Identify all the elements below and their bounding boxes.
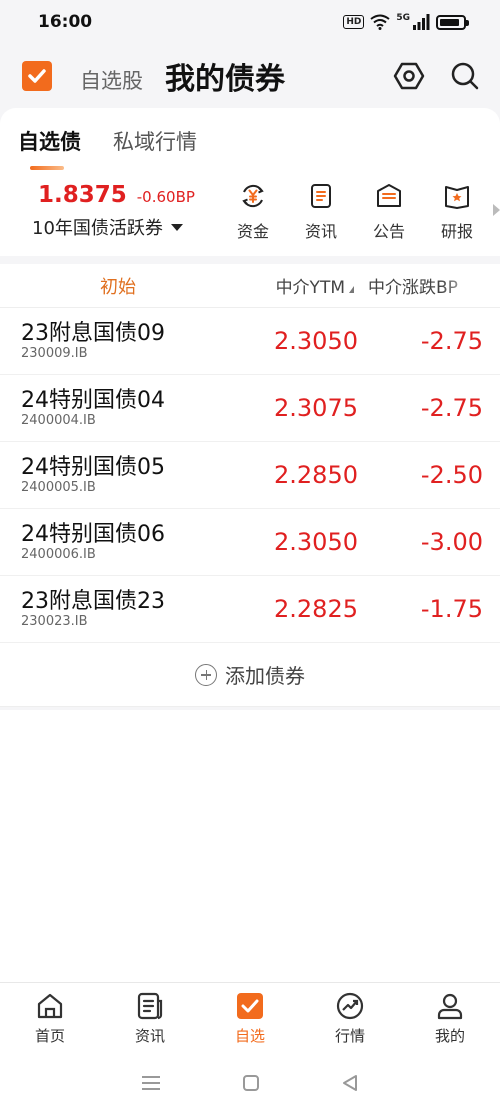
back-triangle-icon[interactable] [341, 1074, 359, 1092]
table-row[interactable]: 24特别国债04 2400004.IB 2.3075 -2.75 [0, 375, 500, 442]
bond-change: -2.50 [420, 461, 483, 489]
bond-code: 2400005.IB [21, 480, 96, 495]
network-label: 5G [396, 13, 410, 23]
bond-name: 24特别国债06 [21, 522, 165, 547]
change-column-header[interactable]: 中介涨跌BP [354, 273, 484, 298]
benchmark-change: -0.60BP [136, 188, 195, 206]
nav-label: 自选 [234, 1027, 265, 1045]
quick-link-research[interactable]: 研报 [423, 182, 491, 242]
bond-name: 24特别国债05 [21, 455, 165, 480]
bond-change: -1.75 [420, 595, 483, 623]
nav-label: 行情 [334, 1027, 365, 1045]
battery-icon [436, 14, 469, 30]
benchmark-selector[interactable]: 10年国债活跃券 [32, 214, 215, 240]
bond-name: 24特别国债04 [21, 388, 165, 413]
market-icon [336, 992, 364, 1020]
nav-label: 首页 [34, 1027, 65, 1045]
status-time: 16:00 [38, 12, 93, 32]
bond-change: -2.75 [420, 327, 483, 355]
header-actions [392, 59, 482, 93]
add-bond-label: 添加债券 [225, 664, 305, 688]
bond-ytm: 2.2825 [274, 595, 358, 623]
home-icon [37, 993, 63, 1019]
quick-link-label: 研报 [440, 222, 473, 241]
battery-fill [440, 18, 459, 26]
nav-profile[interactable]: 我的 [400, 983, 500, 1052]
home-square-icon[interactable] [242, 1074, 260, 1092]
bond-list: 初始 中介YTM 中介涨跌BP 23附息国债09 230009.IB 2.305… [0, 264, 500, 707]
benchmark-row: 1.8375 -0.60BP 10年国债活跃券 资金 资讯 公告 研报 [0, 174, 500, 248]
announcement-icon [377, 184, 401, 207]
research-report-icon [445, 186, 469, 209]
bond-ytm: 2.2850 [274, 461, 358, 489]
list-header: 初始 中介YTM 中介涨跌BP [0, 264, 500, 308]
bond-code: 2400004.IB [21, 413, 96, 428]
bond-name: 23附息国债09 [21, 321, 165, 346]
tab-private-market[interactable]: 私域行情 [113, 126, 197, 174]
bond-ytm: 2.3075 [274, 394, 358, 422]
system-nav-bar [0, 1052, 500, 1114]
yen-exchange-icon [242, 184, 264, 208]
nav-home[interactable]: 首页 [0, 983, 100, 1052]
quick-link-funds[interactable]: 资金 [219, 182, 287, 242]
tab-bar: 自选债 私域行情 [0, 108, 500, 174]
benchmark-yield: 1.8375 [38, 182, 127, 208]
bond-code: 2400006.IB [21, 547, 96, 562]
page-title: 我的债券 [165, 62, 285, 97]
watchlist-icon [237, 993, 263, 1019]
table-row[interactable]: 24特别国债06 2400006.IB 2.3050 -3.00 [0, 509, 500, 576]
ytm-column-header[interactable]: 中介YTM [236, 273, 354, 298]
bond-rows: 23附息国债09 230009.IB 2.3050 -2.75 24特别国债04… [0, 308, 500, 643]
add-circle-icon [195, 663, 217, 686]
search-button[interactable] [448, 59, 482, 93]
nav-news[interactable]: 资讯 [100, 983, 200, 1052]
scroll-more-arrow-icon[interactable] [493, 204, 500, 216]
table-row[interactable]: 23附息国债09 230009.IB 2.3050 -2.75 [0, 308, 500, 375]
quick-link-label: 公告 [372, 222, 405, 241]
signal-icon [413, 14, 430, 30]
table-row[interactable]: 24特别国债05 2400005.IB 2.2850 -2.50 [0, 442, 500, 509]
empty-area [0, 710, 500, 982]
top-card: 自选债 私域行情 1.8375 -0.60BP 10年国债活跃券 资金 资讯 公… [0, 108, 500, 256]
benchmark-name: 10年国债活跃券 [32, 218, 163, 239]
status-bar: 16:00 HD 5G [0, 0, 500, 44]
wifi-icon [370, 14, 390, 30]
bond-change: -3.00 [420, 528, 483, 556]
bottom-nav: 首页 资讯 自选 行情 我的 [0, 982, 500, 1052]
document-icon [311, 184, 331, 208]
bond-ytm: 2.3050 [274, 528, 358, 556]
table-row[interactable]: 23附息国债23 230023.IB 2.2825 -1.75 [0, 576, 500, 643]
app-header: 自选股 我的债券 [0, 44, 500, 108]
bond-change: -2.75 [420, 394, 483, 422]
quick-link-label: 资金 [236, 222, 269, 241]
hd-icon: HD [343, 15, 365, 29]
bond-ytm: 2.3050 [274, 327, 358, 355]
quick-link-label: 资讯 [304, 222, 337, 241]
bond-name: 23附息国债23 [21, 589, 165, 614]
bond-code: 230009.IB [21, 346, 88, 361]
benchmark-panel[interactable]: 1.8375 -0.60BP 10年国债活跃券 [0, 182, 215, 240]
add-bond-button[interactable]: 添加债券 [0, 643, 500, 707]
profile-icon [437, 993, 463, 1020]
status-icons: HD 5G [343, 13, 469, 30]
news-icon [137, 992, 163, 1020]
nav-watchlist[interactable]: 自选 [200, 983, 300, 1052]
settings-hexagon-icon [393, 62, 425, 90]
app-logo-icon[interactable] [22, 61, 52, 91]
sort-initial-button[interactable]: 初始 [0, 273, 236, 299]
search-icon [451, 62, 479, 90]
quick-links: 资金 资讯 公告 研报 [219, 182, 500, 242]
nav-label: 我的 [434, 1027, 465, 1045]
tab-watchlist-bonds[interactable]: 自选债 [18, 126, 81, 174]
quick-link-news[interactable]: 资讯 [287, 182, 355, 242]
bond-code: 230023.IB [21, 614, 88, 629]
ytm-header-label: 中介YTM [275, 278, 345, 298]
stock-watchlist-link[interactable]: 自选股 [80, 65, 143, 95]
nav-market[interactable]: 行情 [300, 983, 400, 1052]
quick-link-announcements[interactable]: 公告 [355, 182, 423, 242]
nav-label: 资讯 [134, 1027, 165, 1045]
menu-icon[interactable] [141, 1074, 161, 1092]
settings-button[interactable] [392, 59, 426, 93]
caret-down-icon [170, 223, 183, 231]
